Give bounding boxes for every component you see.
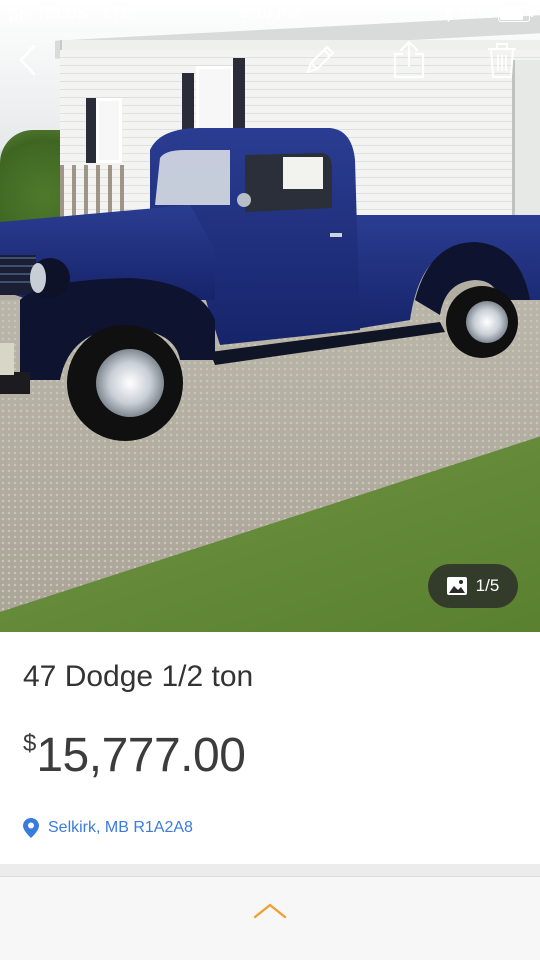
truck-windshield <box>155 150 230 205</box>
image-icon <box>446 577 467 595</box>
listing-details: 47 Dodge 1/2 ton $ 15,777.00 Selkirk, MB… <box>0 632 540 864</box>
location-text: Selkirk, MB R1A2A8 <box>48 819 193 836</box>
battery-percent: 81% <box>459 5 492 22</box>
listing-photo[interactable] <box>0 0 540 632</box>
listing-location[interactable]: Selkirk, MB R1A2A8 <box>23 818 193 838</box>
share-button[interactable] <box>387 38 431 82</box>
price-currency: $ <box>23 730 37 757</box>
photo-counter-text: 1/5 <box>475 576 500 595</box>
share-icon <box>393 40 425 79</box>
back-chevron-icon <box>19 44 36 76</box>
truck-front-hubcap <box>96 349 164 417</box>
listing-title: 47 Dodge 1/2 ton <box>23 660 254 693</box>
chevron-up-icon <box>253 903 287 919</box>
bluetooth-icon <box>444 6 454 22</box>
photo-counter-badge[interactable]: 1/5 <box>428 564 518 608</box>
truck-license-plate <box>0 343 14 375</box>
price-amount: 15,777.00 <box>36 729 246 782</box>
location-pin-icon <box>23 818 39 838</box>
truck-headlight-lens <box>30 263 46 293</box>
trash-icon <box>488 43 516 78</box>
photo-truck <box>0 128 540 441</box>
truck-door-handle <box>330 233 342 237</box>
truck-bumper <box>0 372 30 394</box>
pencil-icon <box>306 45 335 74</box>
truck-window-reflection <box>283 157 323 189</box>
battery-icon <box>498 6 533 22</box>
truck-mirror <box>237 193 251 207</box>
status-bar: TELUS LTE 9:10 PM 81% <box>0 0 540 30</box>
delete-button[interactable] <box>480 38 524 82</box>
truck-rear-hubcap <box>466 301 508 343</box>
status-bar-right: 81% <box>444 5 533 23</box>
back-button[interactable] <box>6 38 50 82</box>
listing-price: $ 15,777.00 <box>23 728 246 783</box>
battery-fill <box>500 8 523 20</box>
section-divider <box>0 864 540 876</box>
edit-button[interactable] <box>298 38 342 82</box>
expand-drawer-button[interactable] <box>240 891 300 931</box>
bottom-drawer <box>0 876 540 960</box>
